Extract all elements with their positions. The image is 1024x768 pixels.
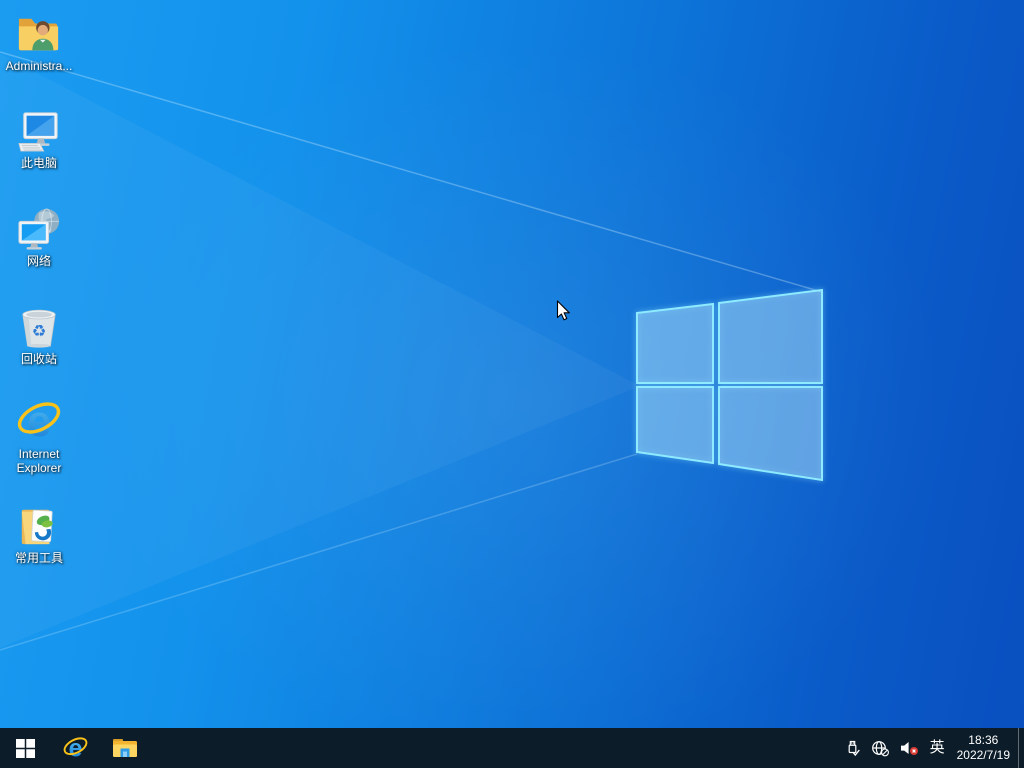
- recycle-bin-icon: ♻: [15, 304, 63, 350]
- internet-explorer-icon: e: [63, 735, 87, 762]
- start-button[interactable]: [0, 728, 50, 768]
- desktop[interactable]: Administra... 此电脑 网络 ♻ 回收站 e Internet Ex…: [0, 0, 1024, 728]
- taskbar-clock[interactable]: 18:36 2022/7/19: [951, 733, 1018, 763]
- screen: Administra... 此电脑 网络 ♻ 回收站 e Internet Ex…: [0, 0, 1024, 768]
- start-icon: [15, 738, 35, 758]
- volume-muted-icon[interactable]: [895, 728, 924, 768]
- desktop-icon-label: 此电脑: [20, 156, 57, 170]
- clock-time: 18:36: [968, 733, 999, 747]
- desktop-icon-label: 常用工具: [14, 551, 63, 565]
- svg-text:♻: ♻: [32, 322, 47, 341]
- taskbar-internet-explorer-button[interactable]: e: [50, 728, 100, 768]
- taskbar-file-explorer-button[interactable]: [100, 728, 150, 768]
- taskbar: e 英 18:36 2022/7/19: [0, 728, 1024, 768]
- desktop-icon-label: Administra...: [5, 59, 73, 73]
- network-globe-icon: [15, 206, 63, 252]
- desktop-icon-label: 网络: [26, 254, 51, 268]
- mouse-cursor: [556, 300, 570, 321]
- desktop-icon-label: Internet Explorer: [16, 447, 62, 475]
- network-offline-icon[interactable]: [866, 728, 895, 768]
- usb-safe-remove-icon[interactable]: [839, 728, 866, 768]
- file-explorer-icon: [113, 739, 137, 757]
- system-tray: 英 18:36 2022/7/19: [839, 728, 1024, 768]
- user-folder-icon: [15, 11, 63, 57]
- show-desktop-button[interactable]: [1019, 728, 1024, 768]
- desktop-icon-this-pc[interactable]: 此电脑: [4, 108, 74, 170]
- this-pc-icon: [15, 108, 63, 154]
- ime-language-indicator[interactable]: 英: [924, 728, 951, 768]
- desktop-icon-label: 回收站: [20, 352, 57, 366]
- desktop-icon-recycle-bin[interactable]: ♻ 回收站: [4, 304, 74, 366]
- internet-explorer-icon: e: [15, 398, 63, 446]
- desktop-icon-common-tools[interactable]: 常用工具: [4, 503, 74, 565]
- wallpaper-windows-logo: [0, 51, 823, 651]
- desktop-icon-network[interactable]: 网络: [4, 206, 74, 268]
- windows-logo: [636, 288, 823, 482]
- desktop-icon-internet-explorer[interactable]: e Internet Explorer: [4, 398, 74, 475]
- tools-folder-icon: [15, 503, 63, 549]
- desktop-icon-administrator[interactable]: Administra...: [4, 11, 74, 73]
- clock-date: 2022/7/19: [956, 748, 1010, 762]
